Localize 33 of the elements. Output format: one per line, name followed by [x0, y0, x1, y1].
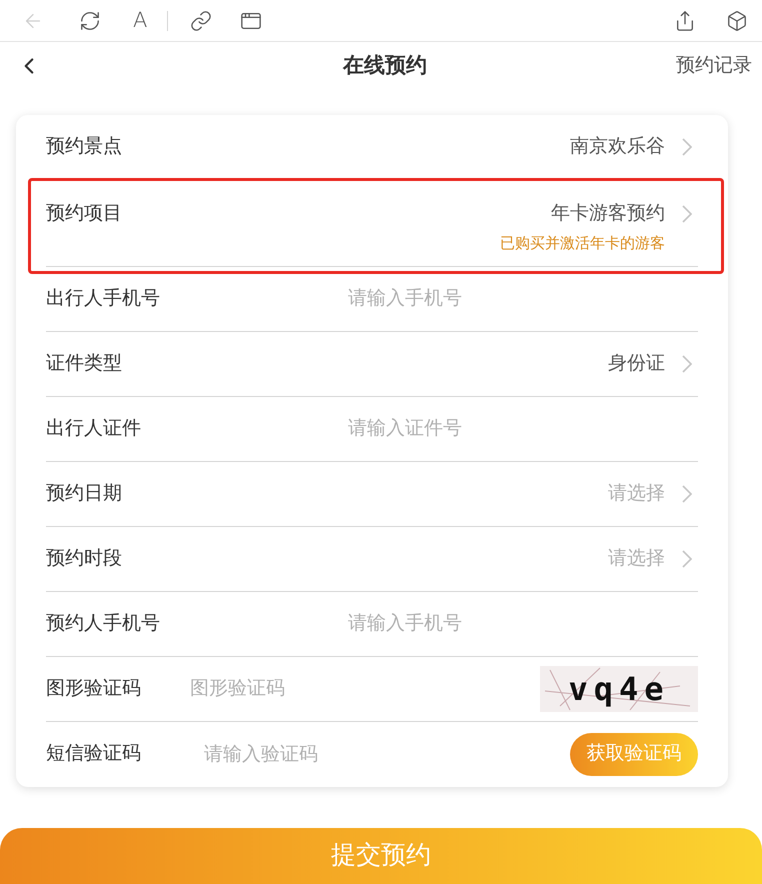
select-field[interactable]: 年卡游客预约 [551, 200, 698, 228]
chevron-right-icon [682, 205, 692, 224]
font-size-button[interactable]: A [133, 10, 148, 31]
input-field[interactable]: 请输入验证码 [204, 734, 570, 774]
input-field[interactable]: 请输入证件号 [348, 409, 698, 449]
captcha-image[interactable]: vq4e [540, 666, 698, 712]
field-label: 预约人手机号 [46, 612, 161, 636]
field-label: 预约日期 [46, 482, 122, 506]
chevron-right-icon [682, 485, 692, 503]
chevron-right-icon [682, 550, 692, 568]
field-label: 预约项目 [46, 202, 122, 226]
item-note: 已购买并激活年卡的游客 [500, 234, 665, 254]
select-field[interactable]: 身份证 [608, 350, 698, 378]
cube-icon[interactable] [726, 10, 748, 32]
captcha-text: vq4e [568, 669, 670, 710]
field-label: 出行人手机号 [46, 286, 161, 311]
input-field[interactable]: 请输入手机号 [348, 279, 698, 319]
field-label: 证件类型 [46, 352, 122, 376]
input-field[interactable]: 请输入手机号 [348, 604, 698, 644]
field-label: 短信验证码 [46, 742, 142, 766]
field-label: 图形验证码 [46, 676, 142, 701]
select-field[interactable]: 南京欢乐谷 [570, 132, 698, 162]
input-field[interactable]: 图形验证码 [190, 669, 540, 709]
field-label: 预约景点 [46, 134, 122, 159]
link-icon[interactable] [190, 10, 212, 32]
field-label: 预约时段 [46, 546, 122, 571]
chevron-right-icon [682, 355, 692, 373]
records-link[interactable]: 预约记录 [676, 52, 752, 80]
share-icon[interactable] [674, 10, 696, 32]
refresh-icon[interactable] [79, 10, 101, 32]
page-title: 在线预约 [343, 52, 427, 80]
chevron-right-icon [682, 138, 692, 156]
field-label: 出行人证件 [46, 416, 142, 441]
